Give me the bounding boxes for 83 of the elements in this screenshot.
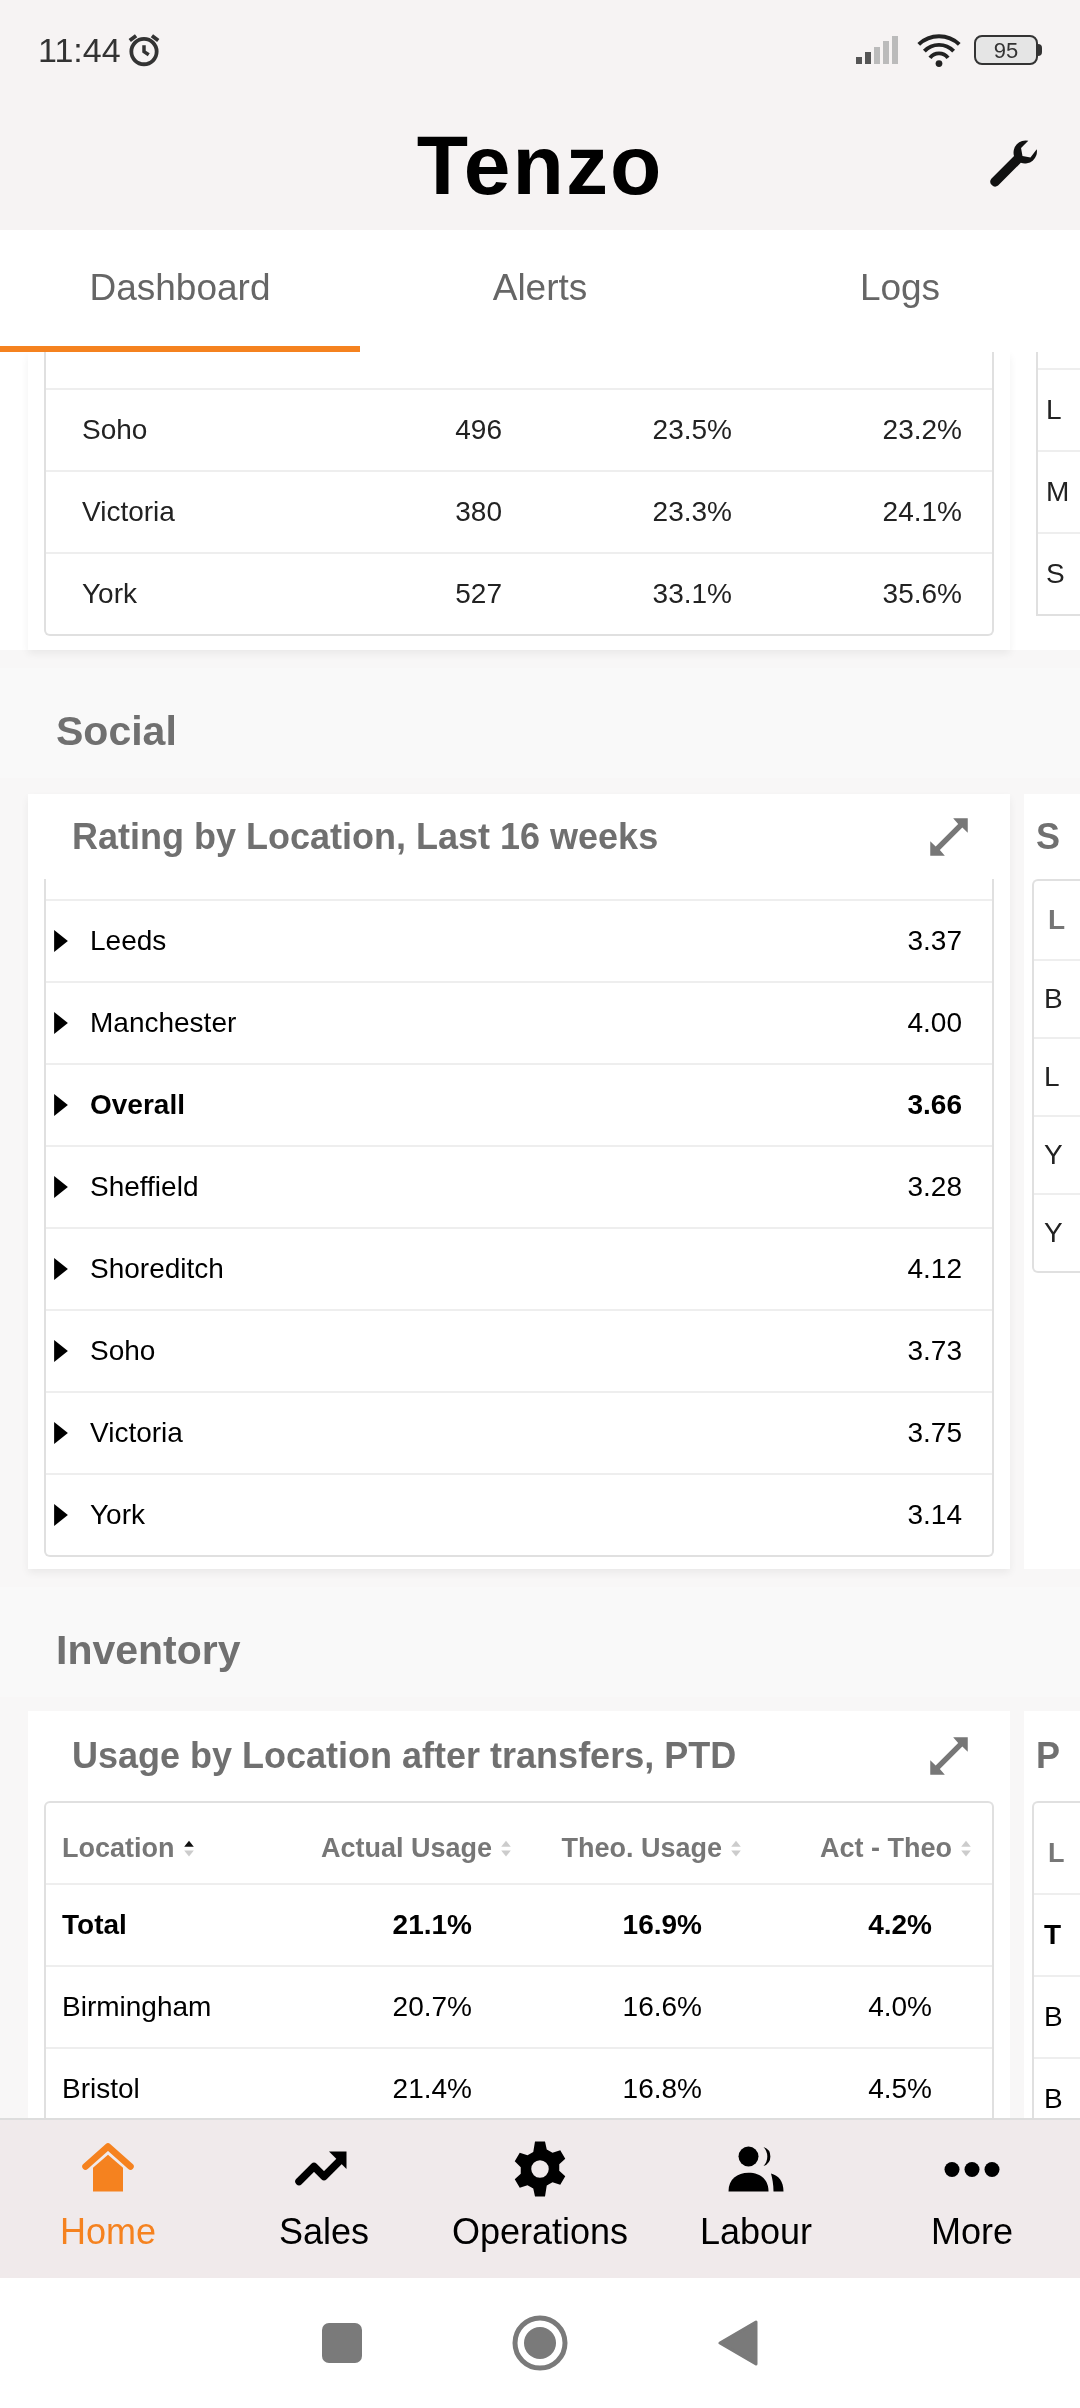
- table-cell-text: Total: [62, 1908, 128, 1942]
- expand-row-icon[interactable]: [54, 930, 68, 952]
- table-cell-text: 20.7%: [391, 1990, 473, 2024]
- table-cell-text: 16.6%: [621, 1990, 703, 2024]
- column-header[interactable]: Actual Usage: [282, 1827, 512, 1869]
- table-cell-text: 16.9%: [621, 1908, 703, 1942]
- back-icon[interactable]: [718, 2320, 758, 2366]
- table-cell: L: [1034, 1037, 1080, 1115]
- nav-tab[interactable]: Sales: [216, 2120, 432, 2278]
- table-cell-text: Leeds: [90, 924, 168, 958]
- table-cell-text: 21.1%: [391, 1908, 473, 1942]
- home-button-icon[interactable]: [512, 2315, 568, 2371]
- table-cell-text: 4.12: [907, 1252, 962, 1286]
- column-header[interactable]: Location: [62, 1827, 282, 1869]
- table-cell-text: 16.8%: [621, 2072, 703, 2106]
- table-cell-text: 35.6%: [881, 577, 962, 611]
- card-title: Usage by Location after transfers, PTD: [72, 1734, 737, 1778]
- table-cell-text: 3.14: [907, 1498, 962, 1532]
- table-cell-text: Victoria: [82, 495, 176, 529]
- expand-row-icon[interactable]: [54, 1012, 68, 1034]
- expand-row-icon[interactable]: [54, 1340, 68, 1362]
- table-cell: B: [1034, 1975, 1080, 2057]
- table-cell: M: [1038, 450, 1080, 532]
- table-cell-text: 3.66: [907, 1088, 962, 1122]
- more-icon: [942, 2161, 1002, 2177]
- table-cell-text: York: [90, 1498, 146, 1532]
- table-cell: T: [1034, 1893, 1080, 1975]
- table-cell-text: 3.75: [907, 1416, 962, 1450]
- table-cell-text: 23.2%: [881, 413, 962, 447]
- section-heading: Social: [56, 706, 177, 756]
- card-title: S: [1036, 814, 1060, 859]
- recents-icon[interactable]: [322, 2323, 362, 2363]
- table-cell-text: 527: [454, 577, 502, 611]
- table-cell-text: Sheffield: [90, 1170, 200, 1204]
- table-cell-text: Soho: [82, 413, 149, 447]
- expand-row-icon[interactable]: [54, 1422, 68, 1444]
- section-heading: Inventory: [56, 1625, 241, 1675]
- table-cell-text: 4.5%: [867, 2072, 933, 2106]
- column-header[interactable]: Act - Theo: [742, 1827, 972, 1869]
- table-cell-text: Birmingham: [62, 1990, 213, 2024]
- wifi-icon: [916, 32, 962, 68]
- card-title: Rating by Location, Last 16 weeks: [72, 814, 659, 859]
- table-cell-text: 23.3%: [651, 495, 732, 529]
- table-cell-text: York: [82, 577, 138, 611]
- table-cell-text: Overall: [90, 1088, 186, 1122]
- expand-row-icon[interactable]: [54, 1176, 68, 1198]
- table-cell-text: 3.37: [907, 924, 962, 958]
- table-cell-text: Soho: [90, 1334, 157, 1368]
- table-cell-text: 3.73: [907, 1334, 962, 1368]
- table-cell: L: [1038, 368, 1080, 450]
- nav-tab[interactable]: Labour: [648, 2120, 864, 2278]
- table-cell: Y: [1034, 1193, 1080, 1271]
- table-cell-text: 4.2%: [867, 1908, 933, 1942]
- status-time: 11:44: [38, 29, 121, 71]
- table-cell-text: 4.0%: [867, 1990, 933, 2024]
- expand-row-icon[interactable]: [54, 1094, 68, 1116]
- table-cell-text: 3.28: [907, 1170, 962, 1204]
- card-title: P: [1036, 1734, 1060, 1778]
- table-cell-text: Victoria: [90, 1416, 184, 1450]
- table-cell-text: 496: [454, 413, 502, 447]
- table-cell-text: 4.00: [907, 1006, 962, 1040]
- tab[interactable]: Logs: [720, 230, 1080, 352]
- table-cell-text: 21.4%: [391, 2072, 473, 2106]
- table-cell-text: Bristol: [62, 2072, 141, 2106]
- column-header: L: [1047, 903, 1067, 937]
- column-header: L: [1047, 1836, 1066, 1870]
- table-cell-text: Manchester: [90, 1006, 238, 1040]
- column-header[interactable]: Theo. Usage: [512, 1827, 742, 1869]
- table-cell-text: 23.5%: [651, 413, 732, 447]
- table-cell: B: [1034, 959, 1080, 1037]
- table-cell: S: [1038, 532, 1080, 614]
- table-cell-text: Shoreditch: [90, 1252, 225, 1286]
- table-cell-text: 380: [454, 495, 502, 529]
- table-cell: Y: [1034, 1115, 1080, 1193]
- nav-tab[interactable]: Operations: [432, 2120, 648, 2278]
- table-cell-text: 33.1%: [651, 577, 732, 611]
- expand-row-icon[interactable]: [54, 1504, 68, 1526]
- tab[interactable]: Alerts: [360, 230, 720, 352]
- table-cell-text: 24.1%: [881, 495, 962, 529]
- battery-indicator: 95: [974, 35, 1038, 65]
- expand-row-icon[interactable]: [54, 1258, 68, 1280]
- nav-tab[interactable]: More: [864, 2120, 1080, 2278]
- app-logo: Tenzo: [416, 123, 664, 207]
